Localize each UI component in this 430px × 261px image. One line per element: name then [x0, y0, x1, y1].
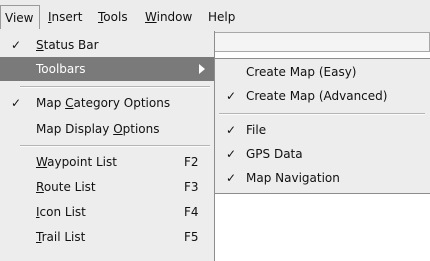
view-dropdown-menu: ✓ Status Bar Toolbars ✓ Map Category Opt… [0, 31, 215, 261]
checkmark-icon: ✓ [225, 147, 237, 161]
checkmark-icon: ✓ [225, 89, 237, 103]
menu-tools-label: ools [103, 10, 128, 24]
shortcut-label: F3 [184, 180, 199, 194]
menu-tools[interactable]: Tools [98, 8, 128, 26]
menu-item-label: Icon List [36, 205, 86, 219]
menu-help-label: Help [208, 10, 236, 24]
submenu-item-label: File [246, 123, 267, 137]
menu-item-trail-list[interactable]: Trail List F5 [0, 225, 214, 249]
menu-window-mnemonic: W [145, 10, 157, 24]
menu-separator [20, 86, 210, 88]
menu-bar: View Insert Tools Window Help [0, 0, 430, 33]
submenu-item-create-map-easy[interactable]: Create Map (Easy) [215, 60, 430, 84]
menu-item-map-category-options[interactable]: ✓ Map Category Options [0, 91, 214, 115]
menu-item-waypoint-list[interactable]: Waypoint List F2 [0, 150, 214, 174]
menu-item-status-bar[interactable]: ✓ Status Bar [0, 33, 214, 57]
menu-view[interactable]: View [0, 5, 40, 29]
menu-item-label: Status Bar [36, 38, 99, 52]
menu-view-label: View [5, 11, 34, 25]
shortcut-label: F4 [184, 205, 199, 219]
menu-item-label: Toolbars [36, 62, 86, 76]
checkmark-icon: ✓ [225, 171, 237, 185]
submenu-item-file[interactable]: ✓ File [215, 118, 430, 142]
submenu-item-gps-data[interactable]: ✓ GPS Data [215, 142, 430, 166]
submenu-item-label: Create Map (Advanced) [246, 89, 388, 103]
menu-insert[interactable]: Insert [48, 8, 82, 26]
menu-separator [219, 113, 425, 115]
submenu-item-label: Create Map (Easy) [246, 65, 357, 79]
menu-item-label: Trail List [36, 230, 86, 244]
menu-item-route-list[interactable]: Route List F3 [0, 175, 214, 199]
submenu-item-label: GPS Data [246, 147, 303, 161]
toolbars-submenu: Create Map (Easy) ✓ Create Map (Advanced… [214, 58, 430, 194]
checkmark-icon: ✓ [225, 123, 237, 137]
menu-window-label: indow [156, 10, 193, 24]
menu-separator [20, 145, 210, 147]
submenu-item-create-map-advanced[interactable]: ✓ Create Map (Advanced) [215, 84, 430, 108]
menu-item-label: Map Category Options [36, 96, 171, 110]
checkmark-icon: ✓ [10, 38, 22, 52]
submenu-arrow-icon [199, 64, 205, 74]
menu-insert-label: nsert [51, 10, 83, 24]
menu-item-icon-list[interactable]: Icon List F4 [0, 200, 214, 224]
menu-item-toolbars[interactable]: Toolbars [0, 57, 214, 81]
submenu-item-label: Map Navigation [246, 171, 340, 185]
shortcut-label: F5 [184, 230, 199, 244]
shortcut-label: F2 [184, 155, 199, 169]
menu-item-label: Waypoint List [36, 155, 117, 169]
menu-item-label: Map Display Options [36, 122, 160, 136]
checkmark-icon: ✓ [10, 96, 22, 110]
menu-item-map-display-options[interactable]: Map Display Options [0, 117, 214, 141]
menu-window[interactable]: Window [145, 8, 192, 26]
background-toolbar-strip [214, 32, 430, 52]
menu-item-label: Route List [36, 180, 96, 194]
menu-help[interactable]: Help [208, 8, 235, 26]
submenu-item-map-navigation[interactable]: ✓ Map Navigation [215, 166, 430, 190]
